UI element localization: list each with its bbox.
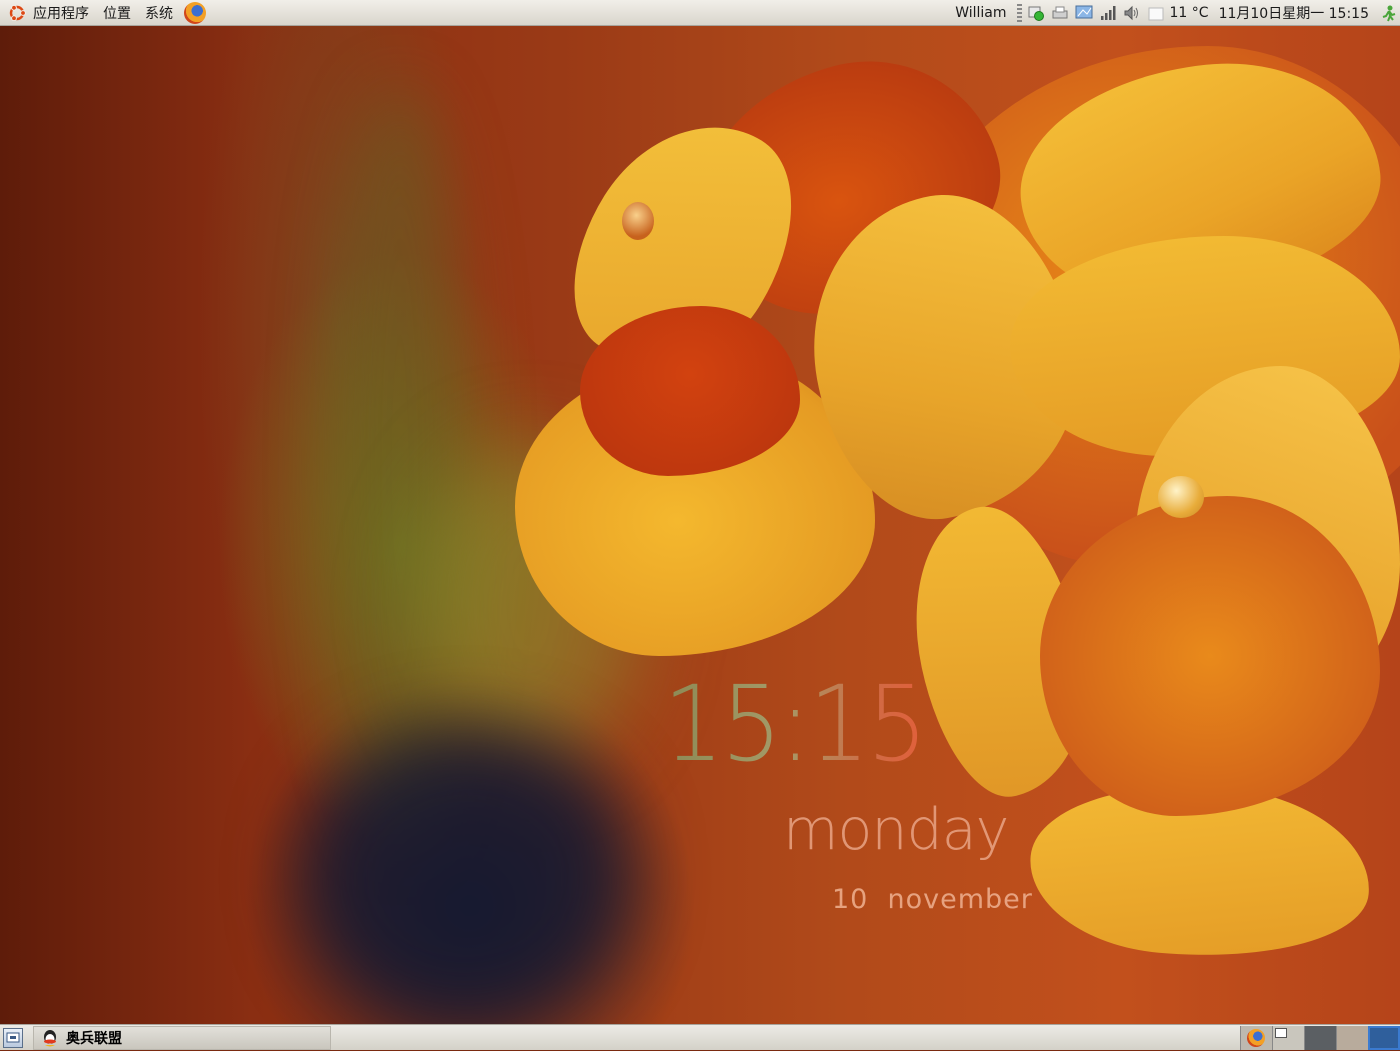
show-desktop-icon[interactable] xyxy=(3,1027,23,1048)
workspace-switcher xyxy=(1240,1025,1400,1050)
signal-icon[interactable] xyxy=(1099,4,1117,22)
water-droplet xyxy=(1158,476,1204,518)
window-thumbnail xyxy=(1275,1027,1287,1038)
printer-icon[interactable] xyxy=(1051,4,1069,22)
taskbar-window-button[interactable]: 奥兵联盟 xyxy=(33,1025,331,1050)
panel-clock[interactable]: 11月10日星期一 15:15 xyxy=(1219,3,1377,23)
network-icon[interactable] xyxy=(1027,4,1045,22)
qq-icon xyxy=(42,1029,58,1047)
weather-icon[interactable] xyxy=(1147,4,1165,22)
display-icon[interactable] xyxy=(1075,4,1093,22)
system-tray: William 11 °C 11月10日星期一 15:15 xyxy=(949,0,1400,26)
ubuntu-logo-icon[interactable] xyxy=(7,3,27,23)
workspace-3[interactable] xyxy=(1304,1025,1336,1050)
taskbar-window-title: 奥兵联盟 xyxy=(66,1030,122,1047)
menu-applications[interactable]: 应用程序 xyxy=(27,3,96,23)
tray-handle[interactable] xyxy=(1016,3,1022,22)
wallpaper-glow xyxy=(300,726,630,1024)
water-droplet xyxy=(622,202,654,240)
clock-widget-date: 10 november xyxy=(832,884,1033,915)
weather-temperature[interactable]: 11 °C xyxy=(1168,5,1219,21)
workspace-5[interactable] xyxy=(1368,1025,1400,1050)
workspace-4[interactable] xyxy=(1336,1025,1368,1050)
top-panel: 应用程序 位置 系统 William 11 °C 11月10日星期一 15:15 xyxy=(0,0,1400,26)
firefox-icon[interactable] xyxy=(184,1,206,24)
menu-places[interactable]: 位置 xyxy=(96,3,138,23)
bottom-panel: 奥兵联盟 xyxy=(0,1024,1400,1050)
firefox-icon xyxy=(1247,1028,1265,1047)
clock-widget-day: monday xyxy=(783,797,1009,863)
workspace-1[interactable] xyxy=(1240,1025,1272,1050)
desktop-background: 15:15 monday 10 november xyxy=(0,26,1400,1024)
logout-icon[interactable] xyxy=(1380,4,1398,22)
user-name[interactable]: William xyxy=(949,5,1016,21)
workspace-2[interactable] xyxy=(1272,1025,1304,1050)
volume-icon[interactable] xyxy=(1123,4,1141,22)
menu-system[interactable]: 系统 xyxy=(138,3,180,23)
clock-widget-time: 15:15 xyxy=(663,663,928,785)
